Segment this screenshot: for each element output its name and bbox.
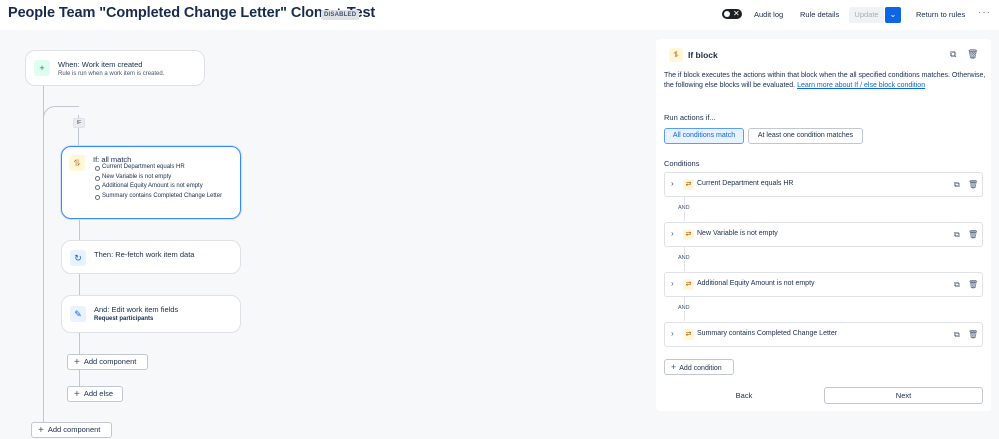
- plus-icon: +: [38, 425, 44, 436]
- add-else-button[interactable]: + Add else: [67, 386, 123, 402]
- refresh-icon: ↻: [70, 250, 86, 266]
- top-header: People Team "Completed Change Letter" Cl…: [0, 0, 999, 30]
- and-label: AND: [677, 205, 691, 211]
- trigger-title: When: Work item created: [58, 60, 143, 69]
- back-button[interactable]: Back: [664, 388, 824, 404]
- plus-icon: +: [34, 60, 50, 76]
- trigger-subtitle: Rule is run when a work item is created.: [58, 71, 165, 77]
- plus-icon: +: [74, 389, 80, 400]
- chevron-right-icon[interactable]: ›: [671, 179, 674, 188]
- add-component-label: Add component: [83, 357, 137, 366]
- duplicate-icon[interactable]: ⧉: [954, 180, 960, 190]
- trash-icon[interactable]: 🗑: [968, 230, 978, 239]
- if-conditions-list: Current Department equals HR New Variabl…: [93, 164, 233, 202]
- condition-row[interactable]: › ⇄ Additional Equity Amount is not empt…: [664, 272, 983, 297]
- condition-text: Current Department equals HR: [697, 180, 794, 187]
- audit-log-button[interactable]: Audit log: [754, 7, 783, 23]
- all-conditions-option[interactable]: All conditions match: [664, 128, 744, 144]
- trash-icon[interactable]: 🗑: [968, 180, 978, 189]
- toggle-off-icon: ✕: [733, 9, 740, 18]
- duplicate-icon[interactable]: ⧉: [954, 230, 960, 240]
- branch-icon: ⥮: [669, 48, 683, 62]
- if-block-title: If: all match: [93, 155, 132, 164]
- more-options-icon[interactable]: ···: [978, 7, 991, 18]
- compare-icon: ⇄: [683, 229, 694, 240]
- return-to-rules-button[interactable]: Return to rules: [916, 7, 965, 23]
- duplicate-icon[interactable]: ⧉: [950, 49, 956, 60]
- rule-details-button[interactable]: Rule details: [800, 7, 839, 23]
- then-block-card[interactable]: ↻ Then: Re-fetch work item data: [61, 240, 241, 274]
- chevron-down-icon: ⌄: [889, 10, 897, 19]
- update-button[interactable]: Update: [849, 7, 884, 23]
- edit-icon: ✎: [70, 306, 86, 322]
- compare-icon: ⇄: [683, 329, 694, 340]
- run-actions-label: Run actions if...: [664, 113, 716, 122]
- list-item: Additional Equity Amount is not empty: [93, 183, 233, 191]
- condition-row[interactable]: › ⇄ Current Department equals HR ⧉ 🗑: [664, 172, 983, 197]
- condition-text: Summary contains Completed Change Letter: [697, 330, 838, 337]
- condition-text: Additional Equity Amount is not empty: [697, 280, 815, 287]
- conditions-label: Conditions: [664, 159, 700, 168]
- status-badge: DISABLED: [321, 10, 360, 20]
- plus-icon: +: [74, 357, 80, 368]
- add-component-outer-button[interactable]: + Add component: [31, 422, 112, 438]
- compare-icon: ⇄: [683, 179, 694, 190]
- trigger-card[interactable]: + When: Work item created Rule is run wh…: [25, 50, 205, 86]
- condition-text: New Variable is not empty: [697, 230, 778, 237]
- add-condition-label: Add condition: [679, 365, 722, 372]
- toggle-knob: [724, 11, 730, 17]
- add-condition-button[interactable]: + Add condition: [664, 359, 734, 375]
- list-item: Current Department equals HR: [93, 164, 233, 172]
- plus-icon: +: [671, 362, 677, 372]
- condition-row[interactable]: › ⇄ Summary contains Completed Change Le…: [664, 322, 983, 347]
- trash-icon[interactable]: 🗑: [967, 49, 978, 60]
- next-button[interactable]: Next: [824, 387, 983, 404]
- update-dropdown-button[interactable]: ⌄: [885, 7, 901, 23]
- and-block-subtitle: Request participants: [94, 316, 154, 322]
- enable-toggle[interactable]: ✕: [722, 9, 742, 19]
- and-label: AND: [677, 255, 691, 261]
- and-block-card[interactable]: ✎ And: Edit work item fields Request par…: [61, 295, 241, 333]
- and-block-title: And: Edit work item fields: [94, 305, 179, 314]
- trash-icon[interactable]: 🗑: [968, 330, 978, 339]
- add-else-label: Add else: [83, 389, 114, 398]
- add-component-inner-button[interactable]: + Add component: [67, 354, 148, 370]
- any-condition-option[interactable]: At least one condition matches: [748, 128, 863, 144]
- panel-title: If block: [688, 50, 718, 60]
- duplicate-icon[interactable]: ⧉: [954, 330, 960, 340]
- learn-more-link[interactable]: Learn more about If / else block conditi…: [797, 82, 925, 89]
- branch-icon: ⥮: [69, 155, 85, 171]
- chevron-right-icon[interactable]: ›: [671, 279, 674, 288]
- duplicate-icon[interactable]: ⧉: [954, 280, 960, 290]
- then-block-title: Then: Re-fetch work item data: [94, 250, 195, 259]
- chevron-right-icon[interactable]: ›: [671, 329, 674, 338]
- trash-icon[interactable]: 🗑: [968, 280, 978, 289]
- chevron-right-icon[interactable]: ›: [671, 229, 674, 238]
- panel-description: The if block executes the actions within…: [664, 71, 986, 91]
- list-item: Summary contains Completed Change Letter: [93, 193, 233, 201]
- list-item: New Variable is not empty: [93, 174, 233, 182]
- if-chip: IF: [73, 118, 85, 128]
- and-label: AND: [677, 305, 691, 311]
- compare-icon: ⇄: [683, 279, 694, 290]
- condition-row[interactable]: › ⇄ New Variable is not empty ⧉ 🗑: [664, 222, 983, 247]
- add-component-label: Add component: [47, 425, 101, 434]
